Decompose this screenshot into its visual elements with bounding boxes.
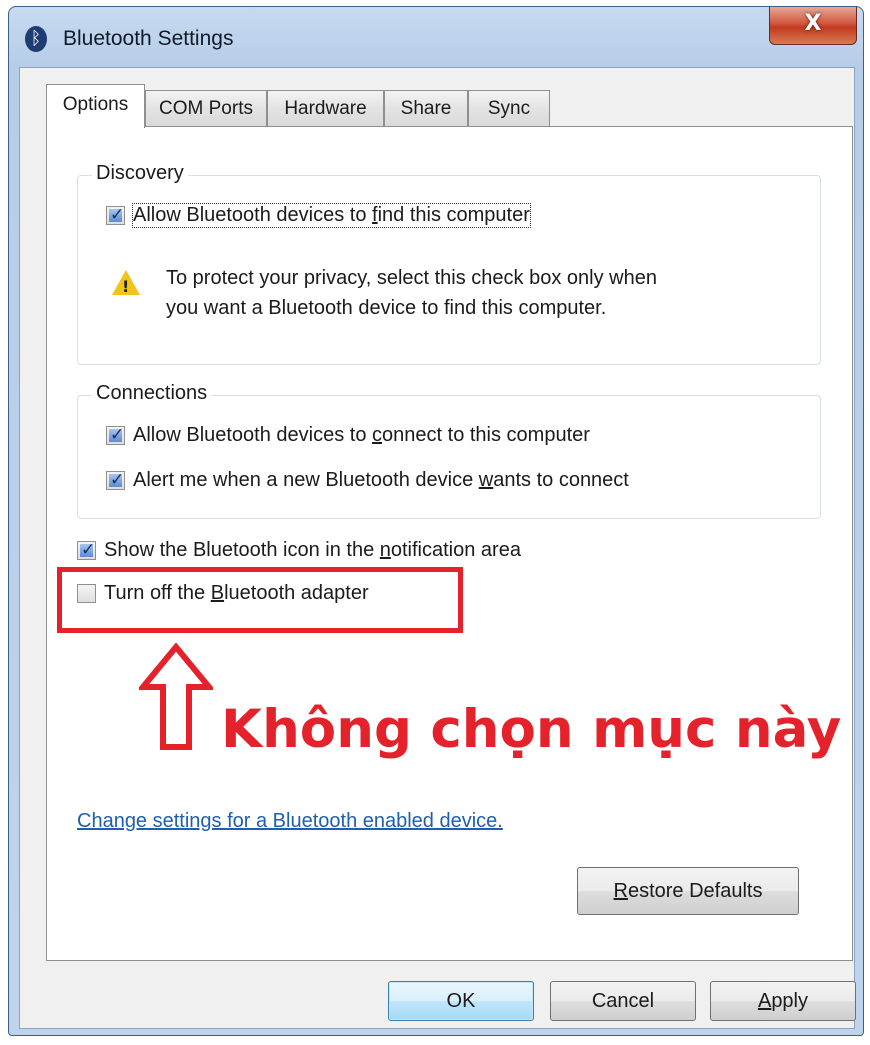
warning-line-1: To protect your privacy, select this che… (166, 267, 657, 289)
tab-hardware[interactable]: Hardware (267, 90, 384, 127)
allow-find-row[interactable]: ✓ Allow Bluetooth devices to find this c… (106, 203, 531, 228)
show-icon-checkbox[interactable]: ✓ (77, 540, 96, 560)
window-title: Bluetooth Settings (63, 27, 234, 50)
tab-share[interactable]: Share (384, 90, 468, 127)
allow-connect-checkbox[interactable]: ✓ (106, 425, 125, 445)
title-bar[interactable]: ᛒ Bluetooth Settings X (9, 7, 863, 67)
tab-sync[interactable]: Sync (468, 90, 550, 127)
options-panel: Discovery ✓ Allow Bluetooth devices to f… (46, 126, 853, 961)
alert-new-checkbox[interactable]: ✓ (106, 470, 125, 490)
allow-find-checkbox[interactable]: ✓ (106, 205, 125, 225)
apply-button[interactable]: Apply (710, 981, 856, 1021)
close-button[interactable]: X (769, 7, 857, 45)
discovery-title: Discovery (92, 162, 188, 185)
alert-new-row[interactable]: ✓ Alert me when a new Bluetooth device w… (106, 469, 629, 492)
tab-com-ports[interactable]: COM Ports (145, 90, 267, 127)
bluetooth-icon: ᛒ (25, 26, 47, 52)
connections-title: Connections (92, 382, 212, 405)
show-icon-row[interactable]: ✓ Show the Bluetooth icon in the notific… (77, 539, 521, 562)
up-arrow-icon (139, 643, 213, 750)
restore-defaults-button[interactable]: Restore Defaults (577, 867, 799, 915)
allow-connect-row[interactable]: ✓ Allow Bluetooth devices to connect to … (106, 424, 590, 447)
tab-sync-label: Sync (487, 98, 531, 119)
tab-share-label: Share (400, 98, 452, 119)
annotation-text: Không chọn mục này (221, 699, 842, 760)
change-settings-link[interactable]: Change settings for a Bluetooth enabled … (77, 810, 503, 833)
cancel-button[interactable]: Cancel (550, 981, 696, 1021)
discovery-group: Discovery ✓ Allow Bluetooth devices to f… (77, 162, 821, 365)
warning-line-2: you want a Bluetooth device to find this… (166, 297, 607, 319)
tab-hardware-label: Hardware (284, 98, 367, 119)
privacy-warning-text: To protect your privacy, select this che… (166, 263, 806, 323)
tab-com-ports-label: COM Ports (159, 98, 253, 119)
bluetooth-settings-window: ᛒ Bluetooth Settings X Options COM Ports… (8, 6, 864, 1036)
close-icon: X (804, 11, 822, 36)
alert-new-label[interactable]: Alert me when a new Bluetooth device wan… (133, 469, 629, 492)
connections-group: Connections ✓ Allow Bluetooth devices to… (77, 382, 821, 519)
dialog-client-area: Options COM Ports Hardware Share Sync Di… (19, 67, 856, 1029)
tab-options[interactable]: Options (46, 84, 145, 128)
red-highlight-box (57, 567, 463, 633)
allow-connect-label[interactable]: Allow Bluetooth devices to connect to th… (133, 424, 590, 447)
show-icon-label[interactable]: Show the Bluetooth icon in the notificat… (104, 539, 521, 562)
allow-find-label[interactable]: Allow Bluetooth devices to find this com… (132, 203, 531, 228)
warning-icon: ! (112, 270, 140, 296)
ok-button[interactable]: OK (388, 981, 534, 1021)
tab-options-label: Options (62, 94, 129, 115)
